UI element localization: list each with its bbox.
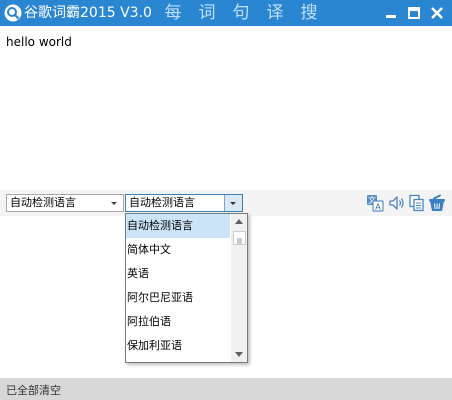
chevron-down-icon [107, 195, 121, 211]
dropdown-options: 自动检测语言 简体中文 英语 阿尔巴尼亚语 阿拉伯语 保加利亚语 [126, 214, 230, 362]
magnifier-logo-icon [4, 4, 22, 22]
scroll-up-arrow-icon[interactable] [231, 214, 247, 230]
tab-word[interactable]: 词 [190, 2, 224, 24]
target-language-value: 自动检测语言 [129, 196, 195, 209]
dropdown-toggle[interactable] [224, 195, 242, 211]
translate-icon[interactable]: 文 A [366, 194, 384, 212]
tab-search[interactable]: 搜 [292, 2, 326, 24]
tab-translate[interactable]: 译 [258, 2, 292, 24]
scroll-down-arrow-icon[interactable] [231, 346, 247, 362]
copy-icon[interactable] [408, 194, 426, 212]
dropdown-option-partial[interactable] [126, 358, 230, 362]
nav-tabs: 每 词 句 译 搜 [156, 2, 326, 24]
dropdown-option-simplified-chinese[interactable]: 简体中文 [126, 238, 230, 262]
target-language-select[interactable]: 自动检测语言 [125, 194, 243, 212]
clear-icon[interactable] [428, 194, 446, 212]
tab-daily[interactable]: 每 [156, 2, 190, 24]
app-window: 谷歌词霸2015 V3.0 每 词 句 译 搜 hello world 自动检测… [0, 0, 452, 400]
svg-text:A: A [375, 203, 381, 212]
minimize-button[interactable] [382, 4, 400, 22]
dropdown-option-arabic[interactable]: 阿拉伯语 [126, 310, 230, 334]
app-title: 谷歌词霸2015 V3.0 [24, 5, 152, 21]
scrollbar-thumb[interactable] [233, 231, 246, 245]
close-button[interactable] [428, 4, 446, 22]
title-bar: 谷歌词霸2015 V3.0 每 词 句 译 搜 [0, 0, 452, 26]
input-text: hello world [6, 35, 72, 49]
language-dropdown-list: 自动检测语言 简体中文 英语 阿尔巴尼亚语 阿拉伯语 保加利亚语 [125, 213, 248, 363]
status-bar: 已全部清空 [0, 378, 452, 400]
dropdown-option-bulgarian[interactable]: 保加利亚语 [126, 334, 230, 358]
dropdown-option-albanian[interactable]: 阿尔巴尼亚语 [126, 286, 230, 310]
speaker-icon[interactable] [388, 194, 406, 212]
dropdown-option-auto-detect[interactable]: 自动检测语言 [126, 214, 230, 238]
maximize-button[interactable] [405, 4, 423, 22]
input-textarea[interactable]: hello world [0, 26, 452, 190]
source-language-value: 自动检测语言 [10, 196, 76, 209]
status-text: 已全部清空 [6, 384, 61, 397]
source-language-select[interactable]: 自动检测语言 [6, 194, 124, 212]
dropdown-option-english[interactable]: 英语 [126, 262, 230, 286]
tab-sentence[interactable]: 句 [224, 2, 258, 24]
dropdown-scrollbar[interactable] [231, 214, 247, 362]
